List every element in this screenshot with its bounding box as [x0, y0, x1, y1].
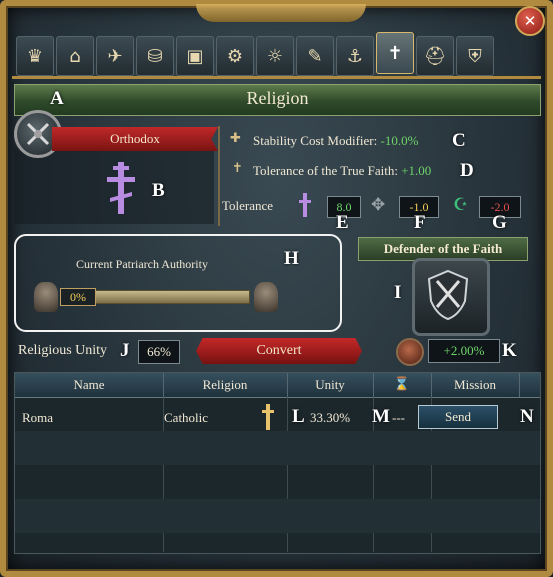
annotation-a: A	[50, 88, 64, 109]
close-icon[interactable]: ✕	[515, 6, 545, 36]
province-religion: Catholic	[164, 410, 209, 425]
annotation-g: G	[492, 212, 507, 233]
convert-label: Convert	[256, 343, 302, 358]
column-mission[interactable]: Mission	[431, 373, 520, 397]
missionary-icon	[396, 338, 424, 366]
frame-ornament	[196, 4, 366, 22]
patriarch-authority-value: 0%	[60, 288, 96, 306]
convert-button[interactable]: Convert	[196, 338, 362, 364]
religion-name-ribbon: Orthodox	[52, 127, 218, 151]
annotation-l: L	[292, 406, 305, 427]
annotation-k: K	[502, 340, 517, 361]
stability-cost-modifier: Stability Cost Modifier: -10.0%	[253, 133, 418, 149]
true-faith-icon: ✝	[232, 161, 243, 176]
cross-icon[interactable]: ✝	[376, 32, 414, 74]
heretic-icon: ✥	[371, 195, 386, 215]
table-header: Name Religion Unity ⌛ Mission	[15, 373, 540, 398]
column-religion[interactable]: Religion	[163, 373, 288, 397]
religion-name: Orthodox	[110, 131, 160, 146]
orthodox-cross-icon	[104, 160, 138, 216]
true-faith-label: Tolerance of the True Faith:	[253, 163, 398, 178]
scroll-icon[interactable]: ✎	[296, 36, 334, 76]
patriarch-authority-label: Current Patriarch Authority	[76, 257, 208, 271]
religious-unity-value: 66%	[138, 340, 180, 364]
true-faith-cross-icon	[298, 193, 312, 217]
catholic-cross-icon	[262, 404, 274, 430]
annotation-c: C	[452, 130, 466, 151]
crown-icon[interactable]: ♛	[16, 36, 54, 76]
column-name[interactable]: Name	[15, 373, 164, 397]
tab-divider	[12, 76, 541, 79]
province-name: Roma	[22, 410, 54, 425]
gears-icon[interactable]: ⚙	[216, 36, 254, 76]
shield-icon[interactable]: ⛨	[456, 36, 494, 76]
ship-icon[interactable]: ⚓	[336, 36, 374, 76]
table-row-empty	[15, 431, 540, 465]
annotation-m: M	[372, 406, 390, 427]
stability-cost-label: Stability Cost Modifier:	[253, 133, 378, 148]
page-title: Religion	[246, 88, 309, 108]
annotation-f: F	[414, 212, 426, 233]
true-faith-value: +1.00	[401, 163, 432, 178]
dove-icon[interactable]: ✈	[96, 36, 134, 76]
coins-icon[interactable]: ⛁	[136, 36, 174, 76]
patriarch-statue-left-icon	[34, 282, 58, 312]
province-unity: 33.30%	[310, 410, 351, 425]
hourglass-icon[interactable]: ⌛	[373, 373, 432, 397]
building-icon[interactable]: ⌂	[56, 36, 94, 76]
lightbulb-icon[interactable]: ☼	[256, 36, 294, 76]
stability-cost-value: -10.0%	[380, 133, 419, 148]
title-banner: Religion	[14, 84, 541, 116]
province-time: ---	[392, 410, 405, 425]
crate-icon[interactable]: ▣	[176, 36, 214, 76]
annotation-j: J	[120, 340, 130, 361]
heathen-crescent-icon: ☪	[453, 195, 469, 215]
tab-bar: ♛ ⌂ ✈ ⛁ ▣ ⚙ ☼ ✎ ⚓ ✝ ⛑ ⛨	[16, 32, 538, 76]
annotation-d: D	[460, 160, 474, 181]
defender-label: Defender of the Faith	[383, 241, 503, 256]
religious-unity-label: Religious Unity	[18, 343, 108, 358]
annotation-b: B	[152, 180, 165, 201]
province-table: Name Religion Unity ⌛ Mission	[14, 372, 541, 554]
annotation-e: E	[336, 212, 349, 233]
annotation-n: N	[520, 406, 534, 427]
annotation-h: H	[284, 248, 299, 269]
stability-icon: ✚	[230, 131, 241, 146]
defender-shield-icon[interactable]	[412, 258, 490, 336]
patriarch-statue-right-icon	[254, 282, 278, 312]
tolerance-true-faith: Tolerance of the True Faith: +1.00	[253, 163, 431, 179]
table-row-empty	[15, 499, 540, 533]
missionary-strength-value: +2.00%	[428, 339, 500, 363]
column-unity[interactable]: Unity	[287, 373, 374, 397]
send-missionary-button[interactable]: Send	[418, 405, 498, 429]
annotation-i: I	[394, 282, 402, 303]
helmet-icon[interactable]: ⛑	[416, 36, 454, 76]
tolerance-label: Tolerance	[222, 198, 274, 213]
